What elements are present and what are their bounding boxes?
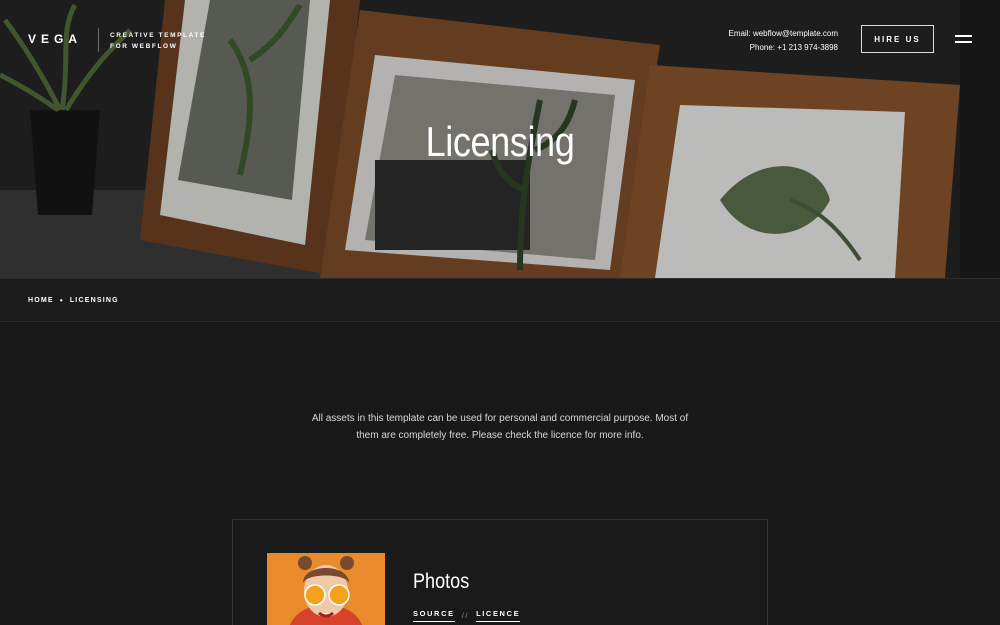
tagline-line-2: FOR WEBFLOW — [110, 43, 178, 50]
breadcrumb-separator: • — [59, 296, 64, 305]
license-card-photos: Photos SOURCE // LICENCE — [232, 519, 768, 625]
phone-label: Phone: — [749, 43, 776, 52]
email-link[interactable]: webflow@template.com — [753, 29, 838, 38]
phone-link[interactable]: +1 213 974-3898 — [777, 43, 838, 52]
licence-link[interactable]: LICENCE — [476, 609, 521, 622]
breadcrumb: HOME • LICENSING — [28, 296, 119, 305]
intro-text: All assets in this template can be used … — [311, 413, 689, 441]
brand-divider — [98, 28, 99, 52]
brand-logo[interactable]: VEGA — [28, 32, 82, 46]
phone-line: Phone: +1 213 974-3898 — [728, 41, 838, 55]
links-separator: // — [461, 611, 470, 620]
breadcrumb-bar: HOME • LICENSING — [0, 278, 1000, 322]
card-title: Photos — [413, 570, 470, 593]
breadcrumb-home-link[interactable]: HOME — [28, 297, 54, 304]
breadcrumb-current: LICENSING — [69, 297, 119, 304]
hero-section: VEGA CREATIVE TEMPLATE FOR WEBFLOW Email… — [0, 0, 1000, 278]
photos-thumbnail-image — [267, 553, 385, 625]
source-link[interactable]: SOURCE — [413, 609, 455, 622]
tagline-line-1: CREATIVE TEMPLATE — [110, 32, 206, 39]
hamburger-menu-icon[interactable] — [955, 34, 973, 44]
card-links: SOURCE // LICENCE — [413, 609, 521, 622]
brand-tagline: CREATIVE TEMPLATE FOR WEBFLOW — [110, 30, 206, 52]
contact-info: Email: webflow@template.com Phone: +1 21… — [728, 27, 838, 55]
email-label: Email: — [728, 29, 751, 38]
hire-us-button[interactable]: HIRE US — [861, 25, 934, 53]
email-line: Email: webflow@template.com — [728, 27, 838, 41]
page-title: Licensing — [425, 118, 575, 165]
